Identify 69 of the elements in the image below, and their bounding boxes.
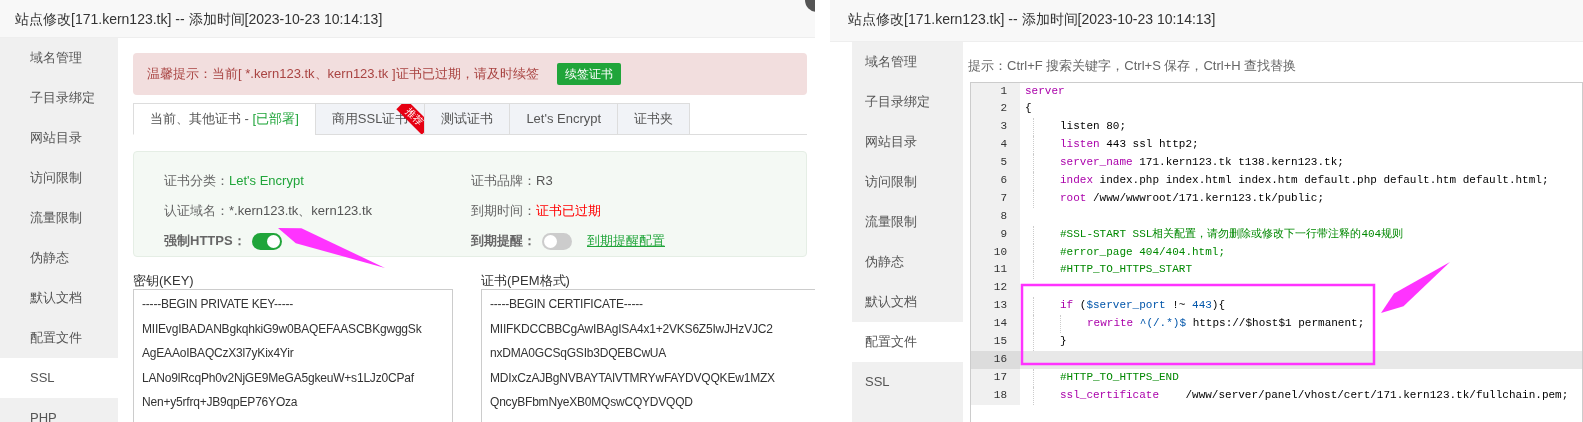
code-line: ssl_certificate /www/server/panel/vhost/cert/171.kern123.tk/fullchain.pem; [1020,386,1569,405]
field-value: Let's Encrypt [229,171,304,190]
certificate-field[interactable]: -----BEGIN CERTIFICATE----- MIIFKDCCBBCgAwIBAgISA4x1+2VKS6Z5IwJHzVJC2 nxDMA0GCSqGSIb3DQEBCwUA MDIxCzAJBgNVBAYTAlVTMRYwFAYDVQQKEw1MZX QncyBFbmNyeXB0MQswCQYDVQQD [481,289,815,422]
sidebar-item[interactable]: 网站目录 [0,118,118,158]
toggle-switch[interactable] [251,232,282,250]
field-value: R3 [536,171,553,190]
field-value: 证书已过期 [536,202,601,221]
alert-text: 温馨提示：当前[ *.kern123.tk、kern123.tk ]证书已过期，请及时续签 [147,65,539,84]
code-line: { [1024,101,1032,117]
code-line: #SSL-START SSL相关配置，请勿删除或修改下一行带注释的404规则 [1020,225,1404,244]
tab[interactable]: 当前、其他证书 - [已部署] [133,103,316,135]
sidebar-item[interactable]: 流量限制 [852,202,963,242]
sidebar-item[interactable]: 访问限制 [0,158,118,198]
pointer-arrow [1381,262,1450,313]
line-number: 4 [971,136,1020,155]
line-number: 3 [971,118,1020,137]
sidebar-item[interactable]: 访问限制 [852,162,963,202]
sidebar-item[interactable]: SSL [852,362,963,402]
sidebar-item[interactable]: 网站目录 [852,122,963,162]
field-label: 到期时间： [471,202,536,221]
dialog-title: 站点修改[171.kern123.tk] -- 添加时间[2023-10-23 10:14:13] [830,0,1583,42]
code-line: if ($server_port !~ 443){ [1020,297,1226,316]
tab[interactable]: 测试证书 [424,103,511,135]
code-line: rewrite ^(/.*)$ https://$host$1 permanent; [1020,315,1365,333]
line-number: 2 [971,100,1020,119]
line-number: 14 [971,315,1020,333]
field-label: 证书品牌： [471,171,536,190]
field-label: 证书分类： [164,171,229,190]
sidebar-item[interactable]: 配置文件 [0,318,118,358]
code-line: server [1024,83,1065,99]
field-label: 认证域名： [164,202,229,221]
code-line: listen 80; [1020,118,1126,137]
code-line: #HTTP_TO_HTTPS_END [1020,368,1179,387]
code-line: #error_page 404/404.html; [1020,243,1226,262]
field-value: *.kern123.tk、kern123.tk [229,202,373,221]
sidebar-item[interactable]: PHP [0,398,118,422]
tab[interactable]: 证书夹 [617,103,691,135]
field-label: 到期提醒： [471,232,536,251]
line-number: 11 [971,261,1020,280]
sidebar-item[interactable]: 伪静态 [852,242,963,282]
dialog-title: 站点修改[171.kern123.tk] -- 添加时间[2023-10-23 10:14:13] [0,0,815,38]
private-key-field[interactable]: -----BEGIN PRIVATE KEY----- MIIEvgIBADANBgkqhkiG9w0BAQEFAASCBKgwggSk AgEAAoIBAQCzX3l7yKix4Yir LANo9lRcqPh0v2NjGE9MeGA5gkeuW+s1LJz0CPaf Nen+y5rfrq+JB9qpEP76YOza [133,289,453,422]
sidebar-item[interactable]: 配置文件 [852,322,963,362]
code-line: index index.php index.html index.htm default.php default.htm default.html; [1020,171,1549,190]
code-editor[interactable] [970,81,1583,422]
field-label: 强制HTTPS： [164,232,246,251]
field-label: 密钥(KEY) [133,272,195,289]
code-line: #HTTP_TO_HTTPS_START [1020,261,1193,280]
sidebar-item[interactable]: 子目录绑定 [0,78,118,118]
code-line: root /www/wwwroot/171.kern123.tk/public; [1020,189,1325,208]
line-number: 5 [971,154,1020,172]
code-line: } [1020,332,1067,351]
toggle-switch[interactable] [542,232,572,250]
line-number: 13 [971,297,1020,316]
field-label: 证书(PEM格式) [481,272,571,289]
line-number: 12 [971,279,1020,298]
sidebar-item[interactable]: 域名管理 [0,38,118,78]
sidebar-item[interactable]: 默认文档 [0,278,118,318]
code-line: server_name 171.kern123.tk t138.kern123.tk; [1020,154,1344,172]
sidebar-item[interactable]: 域名管理 [852,42,963,82]
sidebar-item[interactable]: SSL [0,358,118,398]
sidebar-item[interactable]: 子目录绑定 [852,82,963,122]
tab[interactable]: Let's Encrypt [509,103,619,135]
sidebar-item[interactable]: 伪静态 [0,238,118,278]
sidebar-item[interactable]: 流量限制 [0,198,118,238]
line-number: 1 [971,82,1020,101]
code-line: listen 443 ssl http2; [1020,136,1199,155]
sidebar-item[interactable]: 默认文档 [852,282,963,322]
hint-text: 提示：Ctrl+F 搜索关键字，Ctrl+S 保存，Ctrl+H 查找替换 [968,57,1298,75]
